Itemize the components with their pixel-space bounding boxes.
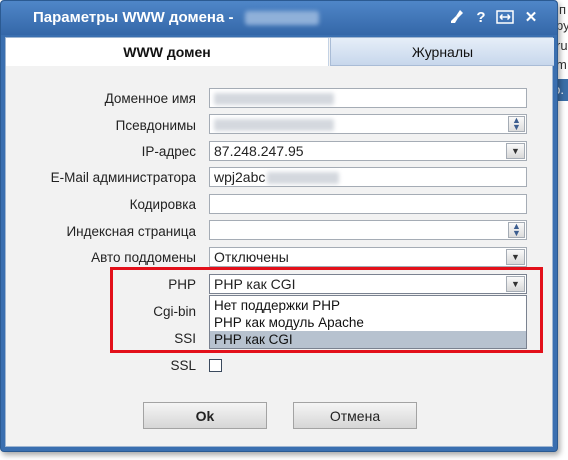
- tab-logs[interactable]: Журналы: [330, 38, 554, 66]
- chevron-down-icon[interactable]: ▼: [506, 249, 525, 265]
- ok-button[interactable]: Ok: [143, 402, 267, 429]
- dialog-content: WWW домен Журналы Доменное имя Псевдоним…: [5, 37, 554, 447]
- index-page-stepper-icon[interactable]: ▲ ▼: [508, 222, 525, 238]
- tab-www-domain[interactable]: WWW домен: [6, 38, 329, 66]
- ip-label: IP-адрес: [141, 144, 196, 159]
- auto-subdomains-label: Авто поддомены: [91, 250, 196, 265]
- redacted-value: [267, 172, 340, 185]
- help-icon[interactable]: ?: [471, 7, 491, 27]
- redacted-value: [214, 119, 334, 132]
- index-page-label: Индексная страница: [66, 224, 196, 239]
- chevron-down-icon[interactable]: ▼: [506, 143, 525, 159]
- auto-subdomains-select[interactable]: Отключены ▼: [209, 247, 527, 267]
- close-icon[interactable]: ✕: [521, 7, 541, 27]
- ssl-label: SSL: [170, 358, 196, 373]
- domain-label: Доменное имя: [104, 91, 196, 106]
- cancel-button[interactable]: Отмена: [293, 402, 417, 429]
- dialog-titlebar[interactable]: Параметры WWW домена - ? ✕: [1, 1, 557, 35]
- encoding-input[interactable]: [209, 194, 527, 214]
- dialog-title: Параметры WWW домена -: [33, 9, 234, 26]
- resize-icon[interactable]: [495, 7, 515, 27]
- ip-select[interactable]: 87.248.247.95 ▼: [209, 141, 527, 161]
- ssl-checkbox[interactable]: [209, 359, 222, 372]
- aliases-label: Псевдонимы: [115, 118, 196, 133]
- auto-subdomains-value: Отключены: [214, 249, 289, 265]
- broom-icon[interactable]: [447, 7, 467, 27]
- domain-input[interactable]: [209, 88, 527, 108]
- encoding-label: Кодировка: [129, 197, 196, 212]
- email-label: E-Mail администратора: [50, 170, 196, 185]
- highlight-annotation: [110, 267, 543, 353]
- redacted-value: [214, 93, 334, 106]
- ip-value: 87.248.247.95: [214, 143, 304, 159]
- www-domain-dialog: Параметры WWW домена - ? ✕ WWW домен Жур…: [0, 0, 558, 452]
- redacted-domain: [245, 11, 319, 25]
- background-text: п: [559, 2, 567, 17]
- index-page-input[interactable]: ▲ ▼: [209, 220, 527, 240]
- aliases-input[interactable]: ▲ ▼: [209, 114, 527, 134]
- email-value: wpj2abc: [214, 169, 266, 185]
- email-input[interactable]: wpj2abc: [209, 167, 527, 187]
- aliases-stepper-icon[interactable]: ▲ ▼: [508, 116, 525, 132]
